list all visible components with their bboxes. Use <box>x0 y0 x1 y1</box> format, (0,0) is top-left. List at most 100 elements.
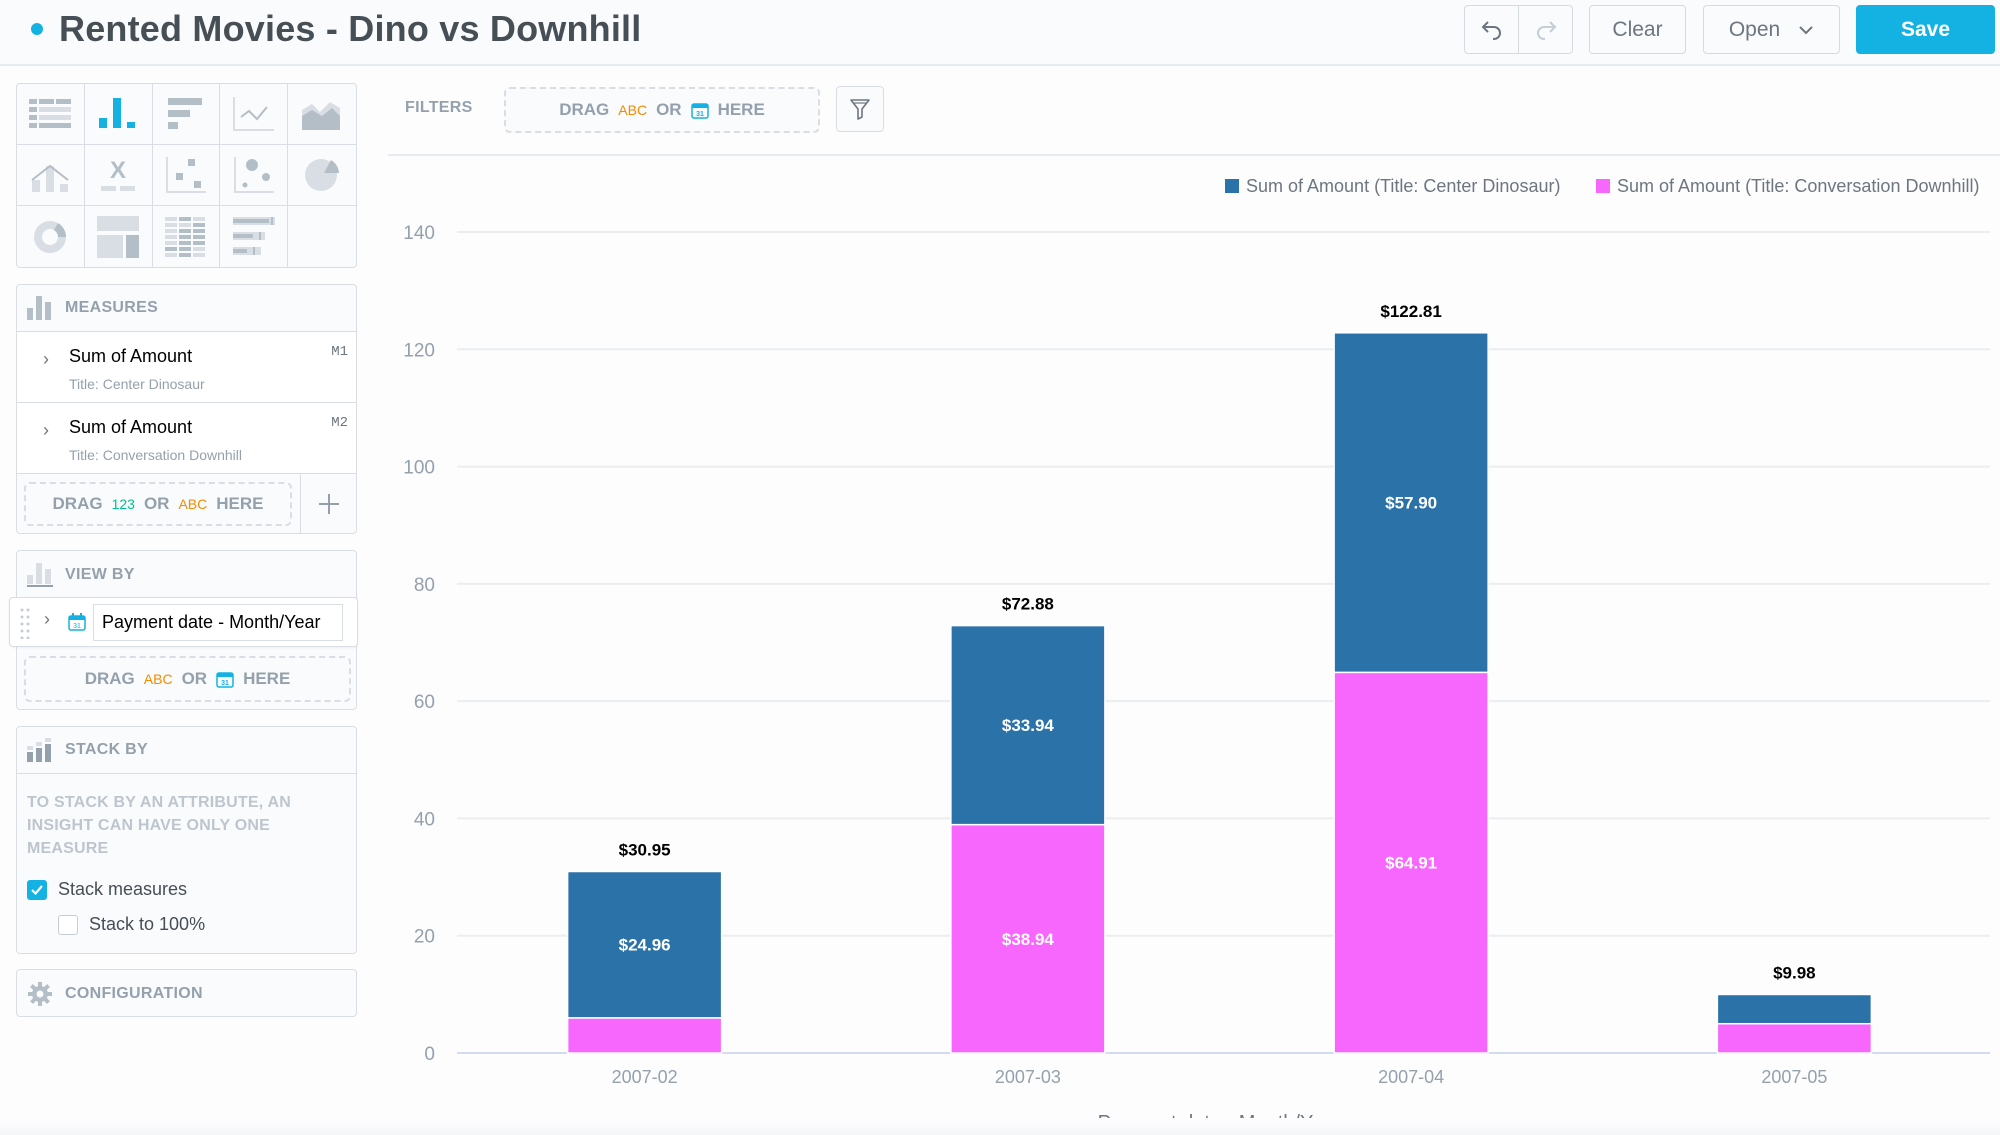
calendar-icon: 31 <box>690 103 709 119</box>
legend-swatch <box>1225 179 1239 193</box>
view-by-panel: VIEW BY › 31 Payment date - Month/Year D… <box>9 550 358 710</box>
measures-drop-row: DRAG 123 OR ABC HERE <box>17 474 356 533</box>
viz-type-line[interactable] <box>220 84 289 145</box>
gear-icon <box>28 981 52 1006</box>
drop-drag-text: DRAG <box>84 669 135 688</box>
viz-type-column[interactable] <box>84 84 153 145</box>
chevron-down-icon <box>1799 25 1813 34</box>
filter-button[interactable] <box>836 86 884 132</box>
drop-here-text: HERE <box>243 669 291 688</box>
stack-to-100-checkbox[interactable] <box>58 914 78 935</box>
column-chart-icon <box>99 98 136 128</box>
open-button-label: Open <box>1728 17 1781 41</box>
measure-item-m2[interactable]: › Sum of Amount Title: Conversation Down… <box>17 403 356 474</box>
redo-icon <box>1536 20 1556 40</box>
viz-type-area[interactable] <box>288 84 356 145</box>
plus-icon <box>318 493 339 514</box>
segment-data-label: $38.94 <box>1002 930 1055 949</box>
drag-handle-icon[interactable] <box>20 607 30 639</box>
segment-data-label: $64.91 <box>1385 854 1437 873</box>
viz-type-treemap[interactable] <box>85 206 153 267</box>
combo-chart-icon <box>31 164 70 192</box>
header-bar: Rented Movies - Dino vs Downhill Clear O… <box>0 0 2000 66</box>
insight-title[interactable]: Rented Movies - Dino vs Downhill <box>59 8 641 50</box>
view-by-icon <box>27 562 53 587</box>
chevron-right-icon[interactable]: › <box>43 420 49 441</box>
svg-text:31: 31 <box>696 111 704 118</box>
donut-chart-icon <box>34 220 67 253</box>
measure-id: M1 <box>331 344 348 360</box>
viz-type-scatter[interactable] <box>152 145 221 206</box>
view-by-header: VIEW BY <box>17 551 356 598</box>
bottom-fade <box>0 1118 2000 1135</box>
stack-measures-checkbox[interactable] <box>27 879 47 900</box>
area-chart-icon <box>302 102 341 130</box>
filters-separator <box>388 154 2000 156</box>
save-button[interactable]: Save <box>1856 5 1995 54</box>
stack-to-100-label: Stack to 100% <box>89 914 206 934</box>
view-by-item[interactable]: › 31 Payment date - Month/Year <box>9 597 358 647</box>
viz-type-pie[interactable] <box>288 145 356 206</box>
filters-label: FILTERS <box>405 99 473 116</box>
bar-segment <box>1716 1022 1873 1054</box>
checkmark-icon <box>31 884 43 895</box>
view-by-drop-zone[interactable]: DRAG ABC OR 31 HERE <box>24 656 351 702</box>
y-tick-label: 20 <box>414 927 435 948</box>
measure-id: M2 <box>331 415 348 431</box>
measures-drop-zone[interactable]: DRAG 123 OR ABC HERE <box>24 482 292 526</box>
legend-label: Sum of Amount (Title: Center Dinosaur) <box>1246 176 1560 196</box>
bar-segment <box>566 1017 723 1054</box>
chart-legend: Sum of Amount (Title: Center Dinosaur) Su… <box>1225 176 1979 196</box>
total-data-label: $122.81 <box>1380 302 1441 321</box>
undo-button[interactable] <box>1465 6 1518 53</box>
stack-to-100-option[interactable]: Stack to 100% <box>58 914 205 935</box>
svg-text:X: X <box>110 158 126 184</box>
drop-here-text: HERE <box>717 100 765 119</box>
redo-button[interactable] <box>1518 6 1572 53</box>
open-button[interactable]: Open <box>1703 5 1840 54</box>
viz-type-combo[interactable] <box>17 145 85 206</box>
configuration-header[interactable]: CONFIGURATION <box>17 970 356 1017</box>
add-measure-button[interactable] <box>300 474 356 533</box>
bar-chart-icon <box>167 98 202 129</box>
view-by-title: VIEW BY <box>65 565 135 583</box>
svg-text:31: 31 <box>73 623 81 630</box>
viz-type-bullet[interactable] <box>220 206 289 267</box>
bar-segment <box>950 823 1106 1054</box>
drop-drag-text: DRAG <box>559 100 610 119</box>
y-tick-label: 60 <box>414 692 435 713</box>
attribute-token: ABC <box>143 671 173 687</box>
y-tick-label: 80 <box>414 575 435 596</box>
stack-measures-option[interactable]: Stack measures <box>27 879 187 900</box>
clear-button[interactable]: Clear <box>1589 5 1686 54</box>
view-by-attribute-field[interactable]: Payment date - Month/Year <box>93 604 343 641</box>
legend-label: Sum of Amount (Title: Conversation Downh… <box>1617 176 1979 196</box>
measures-title: MEASURES <box>65 299 159 316</box>
chevron-right-icon[interactable]: › <box>44 609 50 630</box>
measure-item-m1[interactable]: › Sum of Amount Title: Center Dinosaur M… <box>17 332 356 403</box>
viz-type-bar[interactable] <box>152 84 221 145</box>
pie-chart-icon <box>305 159 340 191</box>
measure-name: Sum of Amount <box>69 346 193 366</box>
bar-segment <box>1716 993 1873 1025</box>
measures-panel: MEASURES › Sum of Amount Title: Center D… <box>16 284 357 534</box>
stack-measures-label: Stack measures <box>58 879 188 899</box>
measure-subtitle: Title: Conversation Downhill <box>69 447 242 463</box>
filters-drop-zone[interactable]: DRAG ABC OR 31 HERE <box>504 87 820 133</box>
drop-here-text: HERE <box>216 494 264 513</box>
bullet-chart-icon <box>232 216 275 255</box>
x-axis-ticks: 2007-02 2007-03 2007-04 2007-05 <box>612 1067 1828 1087</box>
scatter-plot-icon <box>165 157 206 193</box>
chevron-right-icon[interactable]: › <box>43 349 49 370</box>
total-data-label: $9.98 <box>1773 963 1816 982</box>
funnel-icon <box>850 99 870 120</box>
viz-type-table[interactable] <box>17 84 85 145</box>
title-status-dot <box>31 23 43 35</box>
viz-type-donut[interactable] <box>17 206 85 267</box>
viz-type-heatmap[interactable] <box>153 206 221 267</box>
viz-type-bubble[interactable] <box>220 145 289 206</box>
stack-by-message: TO STACK BY AN ATTRIBUTE, AN INSIGHT CAN… <box>27 794 291 857</box>
configuration-panel[interactable]: CONFIGURATION <box>16 969 357 1017</box>
calendar-icon: 31 <box>68 613 86 631</box>
viz-type-headline[interactable]: X <box>84 145 153 206</box>
